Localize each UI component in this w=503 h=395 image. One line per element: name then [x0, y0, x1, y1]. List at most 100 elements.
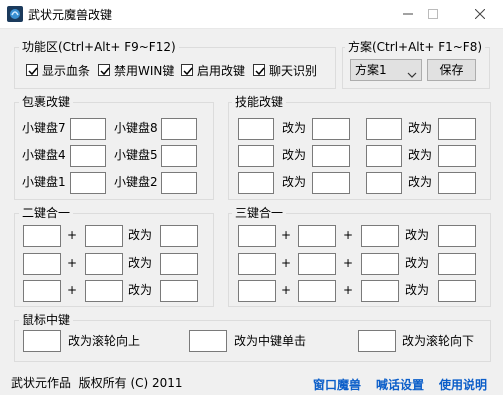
change-to-label: 改为: [408, 175, 433, 189]
item-key-input-7[interactable]: [70, 118, 106, 140]
item-key-input-5[interactable]: [161, 145, 197, 167]
skill-keys-label: 技能改键: [232, 95, 287, 109]
item-key-input-1[interactable]: [70, 172, 106, 194]
plus-label: +: [281, 228, 292, 242]
item-key-label: 小键盘7: [22, 121, 66, 135]
skill-key-from[interactable]: [366, 145, 402, 167]
item-key-label: 小键盘4: [22, 148, 66, 162]
close-button[interactable]: [460, 0, 500, 28]
change-to-label: 改为: [128, 283, 153, 297]
combo2-label: 二键合一: [19, 206, 74, 220]
skill-key-from[interactable]: [366, 172, 402, 194]
check-icon: [181, 64, 193, 76]
change-to-label: 改为: [282, 148, 307, 162]
change-to-label: 改为: [405, 283, 430, 297]
change-to-label: 改为: [405, 228, 430, 242]
check-icon: [253, 64, 265, 76]
checkbox-label: 禁用WIN键: [114, 64, 175, 78]
combo3-key-a[interactable]: [238, 253, 276, 275]
combo3-key-a[interactable]: [238, 280, 276, 302]
plus-label: +: [343, 228, 354, 242]
combo3-key-c[interactable]: [361, 225, 399, 247]
item-keys-label: 包裹改键: [19, 95, 74, 109]
change-to-label: 改为: [282, 121, 307, 135]
save-button[interactable]: 保存: [427, 59, 476, 81]
combo3-key-a[interactable]: [238, 225, 276, 247]
checkbox-label: 显示血条: [42, 64, 91, 78]
skill-key-to[interactable]: [312, 172, 350, 194]
plus-label: +: [281, 256, 292, 270]
combo2-key-to[interactable]: [160, 280, 198, 302]
skill-key-from[interactable]: [366, 118, 402, 140]
title-bar: 武状元魔兽改键: [0, 0, 503, 29]
skill-key-from[interactable]: [238, 172, 274, 194]
skill-key-from[interactable]: [238, 145, 274, 167]
combo3-key-to[interactable]: [438, 280, 476, 302]
app-icon: [7, 6, 23, 22]
item-key-input-2[interactable]: [161, 172, 197, 194]
skill-key-to[interactable]: [438, 118, 476, 140]
combo3-key-b[interactable]: [298, 253, 336, 275]
combo2-key-a[interactable]: [23, 225, 61, 247]
save-button-label: 保存: [439, 63, 464, 77]
checkbox-label: 聊天识别: [269, 64, 318, 78]
scheme-select-value: 方案1: [355, 63, 387, 77]
change-to-label: 改为: [282, 175, 307, 189]
skill-key-to[interactable]: [438, 172, 476, 194]
combo3-key-b[interactable]: [298, 280, 336, 302]
wheel-down-input[interactable]: [358, 330, 396, 352]
item-key-label: 小键盘8: [114, 121, 158, 135]
middle-click-label: 改为中键单击: [234, 334, 307, 348]
plus-label: +: [343, 256, 354, 270]
skill-key-to[interactable]: [312, 145, 350, 167]
check-icon: [26, 64, 38, 76]
combo3-key-b[interactable]: [298, 225, 336, 247]
plus-label: +: [343, 283, 354, 297]
chevron-down-icon: [407, 67, 417, 81]
mouse-middle-label: 鼠标中键: [19, 313, 74, 327]
item-key-input-8[interactable]: [161, 118, 197, 140]
checkbox-label: 启用改键: [197, 64, 246, 78]
combo2-key-a[interactable]: [23, 253, 61, 275]
combo2-key-b[interactable]: [85, 280, 123, 302]
item-key-input-4[interactable]: [70, 145, 106, 167]
combo2-key-b[interactable]: [85, 225, 123, 247]
change-to-label: 改为: [408, 121, 433, 135]
combo2-key-to[interactable]: [160, 225, 198, 247]
window-title: 武状元魔兽改键: [28, 8, 113, 22]
skill-key-from[interactable]: [238, 118, 274, 140]
wheel-down-label: 改为滚轮向下: [402, 334, 475, 348]
combo2-key-b[interactable]: [85, 253, 123, 275]
scheme-label: 方案(Ctrl+Alt+ F1~F8): [345, 40, 486, 54]
func-area-label: 功能区(Ctrl+Alt+ F9~F12): [19, 40, 179, 54]
change-to-label: 改为: [408, 148, 433, 162]
combo2-key-a[interactable]: [23, 280, 61, 302]
change-to-label: 改为: [405, 256, 430, 270]
combo3-key-c[interactable]: [361, 253, 399, 275]
plus-label: +: [67, 228, 78, 242]
item-key-label: 小键盘5: [114, 148, 158, 162]
window-warcraft-link[interactable]: 窗口魔兽: [313, 376, 361, 393]
combo3-label: 三键合一: [232, 206, 287, 220]
plus-label: +: [67, 256, 78, 270]
shout-settings-link[interactable]: 喊话设置: [376, 376, 424, 393]
item-key-label: 小键盘2: [114, 175, 158, 189]
wheel-up-input[interactable]: [23, 330, 61, 352]
combo3-key-c[interactable]: [361, 280, 399, 302]
item-key-label: 小键盘1: [22, 175, 66, 189]
scheme-select[interactable]: 方案1: [350, 59, 422, 81]
combo2-key-to[interactable]: [160, 253, 198, 275]
skill-key-to[interactable]: [312, 118, 350, 140]
check-icon: [98, 64, 110, 76]
combo3-key-to[interactable]: [438, 253, 476, 275]
middle-click-input[interactable]: [189, 330, 227, 352]
help-link[interactable]: 使用说明: [439, 376, 487, 393]
change-to-label: 改为: [128, 256, 153, 270]
skill-key-to[interactable]: [438, 145, 476, 167]
plus-label: +: [281, 283, 292, 297]
maximize-button[interactable]: [413, 0, 453, 28]
plus-label: +: [67, 283, 78, 297]
combo3-key-to[interactable]: [438, 225, 476, 247]
copyright-text: 武状元作品 版权所有 (C) 2011: [11, 376, 183, 390]
change-to-label: 改为: [128, 228, 153, 242]
